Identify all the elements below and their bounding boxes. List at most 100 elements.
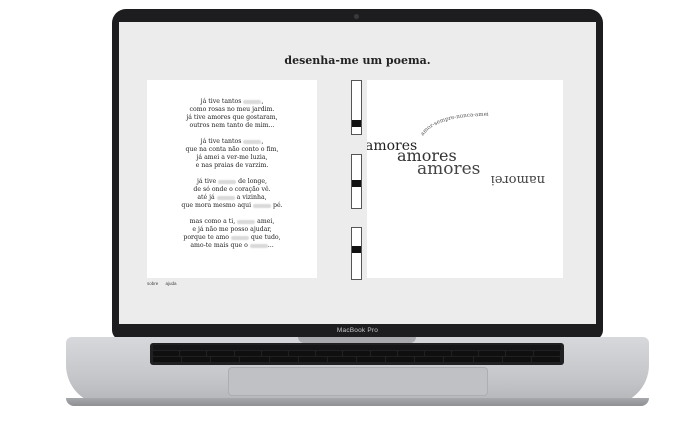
poem-line: até já a vizinha, [147, 194, 317, 202]
poem-line-text: de longe, [236, 178, 267, 185]
blurred-word [216, 195, 235, 200]
poem-line: de só onde o coração vê. [147, 186, 317, 194]
poem-line: já amei a ver-me luzia, [147, 154, 317, 162]
slider-3[interactable] [351, 227, 362, 280]
poem-stanza: já tive tantos , como rosas no meu jardim… [147, 98, 317, 130]
poem-stanza: já tive de longe, de só onde o coração vê… [147, 178, 317, 210]
blurred-word [237, 219, 256, 224]
blurred-word [243, 139, 262, 144]
slider-2[interactable] [351, 154, 362, 209]
about-link[interactable]: sobre [147, 281, 158, 286]
poem-line-text: amei, [255, 218, 275, 225]
key [424, 351, 452, 356]
poem-line-text: pé. [271, 202, 283, 209]
poem-panel: já tive tantos , como rosas no meu jardim… [147, 80, 317, 278]
poem-line-text: outros nem tanto de mim... [189, 122, 275, 129]
poem-line-text: , [261, 98, 264, 105]
poem-line: e nas praias de varzim. [147, 162, 317, 170]
poem-line: já tive amores que gostaram, [147, 114, 317, 122]
slider-thumb[interactable] [352, 180, 361, 188]
word-5: namorei [491, 172, 545, 187]
key [531, 357, 560, 362]
blurred-word [253, 203, 272, 208]
key [182, 357, 211, 362]
poem-line-text: mas como a ti, [189, 218, 238, 225]
keyboard [150, 343, 564, 365]
key [502, 357, 531, 362]
poem-stanza: mas como a ti, amei, e já não me posso aj… [147, 218, 317, 250]
key [153, 357, 182, 362]
poem-line: que na conta não conto o fim, [147, 146, 317, 154]
slider-thumb[interactable] [352, 120, 361, 128]
key [386, 357, 415, 362]
footer-links: sobre ajuda [147, 281, 183, 286]
poem-line: outros nem tanto de mim... [147, 122, 317, 130]
poem-stanza: já tive tantos , que na conta não conto o… [147, 138, 317, 170]
poem-line: já tive de longe, [147, 178, 317, 186]
poem-line: amo-te mais que o ... [147, 242, 317, 250]
touch-bar [153, 345, 561, 350]
app-screen: desenha-me um poema. já tive tantos , com… [119, 22, 596, 324]
key [180, 351, 207, 356]
help-link[interactable]: ajuda [166, 281, 177, 286]
key [288, 351, 316, 356]
camera-icon [354, 14, 359, 19]
key [452, 351, 479, 356]
blurred-word [243, 99, 262, 104]
key-row [153, 357, 560, 362]
key [207, 351, 234, 356]
poem-line-text: que mora mesmo aqui [181, 202, 254, 209]
blurred-word [218, 179, 237, 184]
word-drawing: amor-sempre-nunca-amei amores amores amo… [365, 112, 545, 187]
poem-line-text: já tive tantos [200, 98, 244, 105]
key [473, 357, 502, 362]
poem-line-text: e nas praias de varzim. [195, 162, 269, 169]
slider-thumb[interactable] [352, 245, 361, 253]
poem-line-text: ... [267, 242, 274, 249]
model-label: MacBook Pro [336, 327, 379, 334]
key [261, 351, 288, 356]
key [240, 357, 269, 362]
trackpad [228, 367, 488, 396]
blurred-word [230, 235, 249, 240]
key [153, 351, 180, 356]
poem-line-text: e já não me posso ajudar, [192, 226, 272, 233]
poem-line-text: como rosas no meu jardim. [189, 106, 275, 113]
key [444, 357, 473, 362]
poem-line-text: , [261, 138, 264, 145]
poem-line: como rosas no meu jardim. [147, 106, 317, 114]
key [356, 357, 386, 362]
poem-line-text: já tive [196, 178, 219, 185]
poem-line: que mora mesmo aqui pé. [147, 202, 317, 210]
poem-line-text: até já [197, 194, 217, 201]
key [316, 351, 343, 356]
poem-line-text: que tudo, [248, 234, 281, 241]
poem-line-text: já tive amores que gostaram, [186, 114, 278, 121]
key [327, 357, 356, 362]
key [234, 351, 261, 356]
poem-line: mas como a ti, amei, [147, 218, 317, 226]
laptop-base-edge [66, 398, 649, 406]
poem-line-text: de só onde o coração vê. [193, 186, 271, 193]
poem-line-text: a vizinha, [234, 194, 267, 201]
poem-line-text: já tive tantos [200, 138, 244, 145]
key [533, 351, 560, 356]
poem-line: já tive tantos , [147, 98, 317, 106]
poem-line-text: amo-te mais que o [190, 242, 250, 249]
page-title: desenha-me um poema. [284, 54, 431, 67]
poem-line-text: já amei a ver-me luzia, [196, 154, 268, 161]
key [343, 351, 370, 356]
poem-line-text: porque te amo [183, 234, 231, 241]
key [370, 351, 397, 356]
slider-1[interactable] [351, 80, 362, 135]
key [479, 351, 506, 356]
key [298, 357, 327, 362]
key [506, 351, 533, 356]
blurred-word [249, 243, 268, 248]
key [269, 357, 298, 362]
key [211, 357, 240, 362]
drawing-canvas[interactable]: amor-sempre-nunca-amei amores amores amo… [365, 80, 563, 278]
key-row [153, 351, 560, 356]
poem-line-text: que na conta não conto o fim, [185, 146, 279, 153]
key [415, 357, 444, 362]
